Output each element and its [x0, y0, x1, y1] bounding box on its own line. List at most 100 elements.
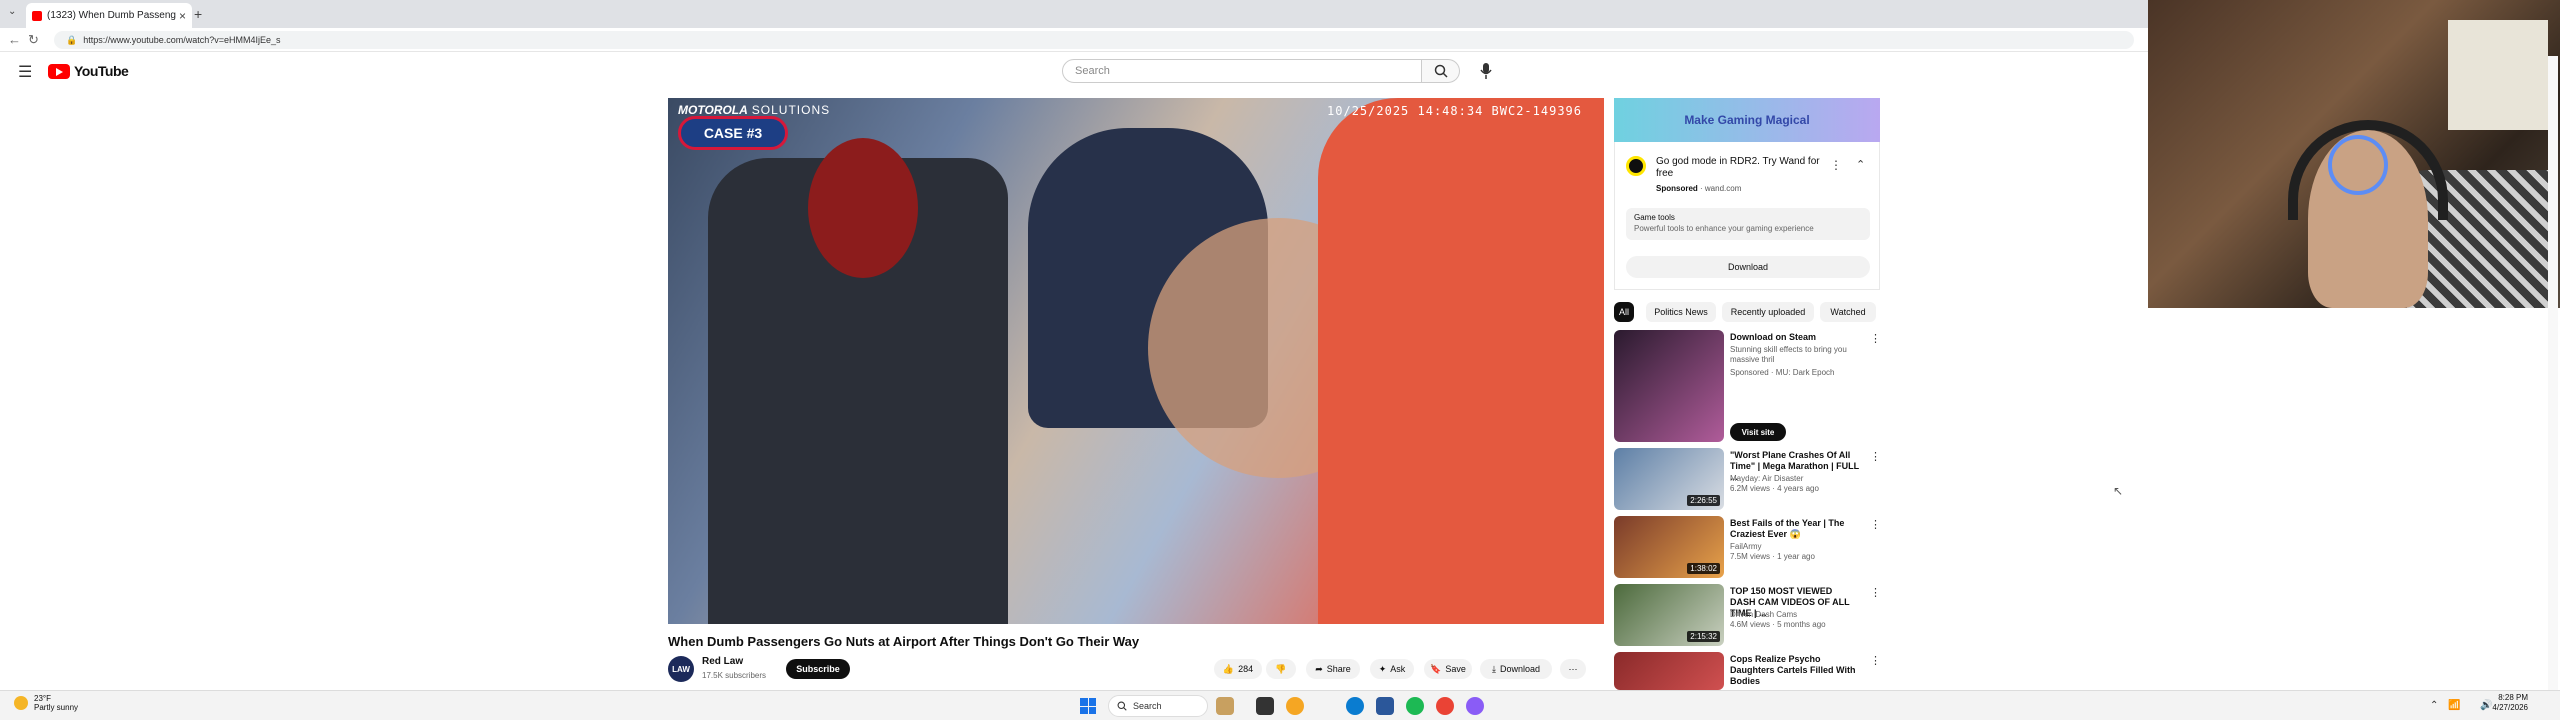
clock-time: 8:28 PM	[2498, 693, 2528, 702]
like-button[interactable]: 👍 284	[1214, 659, 1262, 679]
weather-temp: 23°F	[34, 694, 51, 703]
ad-box-title: Game tools	[1634, 213, 1675, 222]
rec-thumbnail[interactable]: 2:15:32	[1614, 584, 1724, 646]
taskbar-clock[interactable]: 8:28 PM 4/27/2026	[2468, 693, 2528, 713]
subscriber-count: 17.5K subscribers	[702, 671, 767, 680]
rec-channel[interactable]: FailArmy	[1730, 542, 1762, 551]
webcam-headset-ring	[2328, 135, 2388, 195]
brand-bold: MOTOROLA	[678, 103, 748, 117]
ad-info-box[interactable]: Game tools Powerful tools to enhance you…	[1626, 208, 1870, 240]
voice-search-button[interactable]	[1472, 59, 1500, 83]
browser-tab[interactable]: (1323) When Dumb Passeng ×	[26, 3, 192, 28]
webcam-overlay	[2148, 0, 2560, 308]
ad-domain: wand.com	[1704, 184, 1742, 193]
video-passenger-figure	[1318, 98, 1604, 624]
menu-icon[interactable]: ☰	[18, 62, 32, 82]
rec-channel[interactable]: Stunning skill effects to bring you mass…	[1730, 345, 1860, 365]
rec-duration: 2:26:55	[1687, 495, 1720, 506]
network-icon[interactable]: 📶	[2448, 700, 2460, 711]
visit-site-button[interactable]: Visit site	[1730, 423, 1786, 441]
like-count: 284	[1238, 664, 1254, 674]
tray-chevron-icon[interactable]: ⌃	[2430, 700, 2438, 711]
bodycam-timestamp: 10/25/2025 14:48:34 BWC2-149396	[1327, 104, 1582, 118]
ad-download-button[interactable]: Download	[1626, 256, 1870, 278]
rec-more-icon[interactable]: ⋮	[1870, 654, 1881, 667]
back-icon[interactable]: ←	[8, 32, 21, 47]
rec-more-icon[interactable]: ⋮	[1870, 332, 1881, 345]
bookmark-icon: 🔖	[1430, 663, 1442, 674]
search-button[interactable]	[1422, 59, 1460, 83]
new-tab-icon[interactable]: +	[194, 6, 202, 22]
search-input[interactable]: Search	[1062, 59, 1422, 83]
search-icon	[1434, 64, 1448, 78]
chip-recently-uploaded[interactable]: Recently uploaded	[1722, 302, 1814, 322]
ad-banner[interactable]: Make Gaming Magical	[1614, 98, 1880, 142]
rec-title[interactable]: Cops Realize Psycho Daughters Cartels Fi…	[1730, 654, 1860, 687]
rec-title[interactable]: Best Fails of the Year | The Craziest Ev…	[1730, 518, 1860, 540]
video-title: When Dumb Passengers Go Nuts at Airport …	[668, 634, 1140, 649]
youtube-favicon-icon	[32, 10, 42, 21]
youtube-logo[interactable]: YouTube	[48, 63, 129, 79]
tab-title: (1323) When Dumb Passeng	[47, 10, 176, 21]
webcam-window-light	[2448, 20, 2548, 130]
rec-thumbnail[interactable]	[1614, 652, 1724, 690]
chip-politics-news[interactable]: Politics News	[1646, 302, 1716, 322]
spotify-icon[interactable]	[1406, 697, 1424, 715]
sun-icon	[14, 696, 28, 710]
rec-more-icon[interactable]: ⋮	[1870, 518, 1881, 531]
file-explorer-icon[interactable]	[1286, 697, 1304, 715]
rec-thumbnail[interactable]: 1:38:02	[1614, 516, 1724, 578]
windows-taskbar	[0, 690, 2560, 720]
page-scrollbar[interactable]	[2548, 56, 2558, 690]
channel-avatar[interactable]: LAW	[668, 656, 694, 682]
ad-title[interactable]: Go god mode in RDR2. Try Wand for free	[1656, 156, 1826, 180]
microphone-icon	[1480, 63, 1492, 79]
edge-browser-icon[interactable]	[1346, 697, 1364, 715]
rec-more-icon[interactable]: ⋮	[1870, 586, 1881, 599]
thumbs-up-icon: 👍	[1222, 663, 1235, 674]
ask-button[interactable]: ✦ Ask	[1370, 659, 1414, 679]
rec-more-icon[interactable]: ⋮	[1870, 450, 1881, 463]
ad-sponsored-label: Sponsored	[1656, 184, 1698, 193]
rec-duration: 2:15:32	[1687, 631, 1720, 642]
video-player[interactable]: MOTOROLA SOLUTIONS CASE #3 10/25/2025 14…	[668, 98, 1604, 624]
refresh-icon[interactable]: ↻	[28, 32, 39, 48]
weather-widget[interactable]: 23°F Partly sunny	[14, 694, 78, 712]
tab-list-icon[interactable]: ⌄	[8, 6, 16, 17]
windows-start-icon[interactable]	[1080, 698, 1096, 714]
brand-thin: SOLUTIONS	[751, 103, 831, 117]
download-button[interactable]: ⤓ Download	[1480, 659, 1552, 679]
chip-all[interactable]: All	[1614, 302, 1634, 322]
rec-title[interactable]: Download on Steam	[1730, 332, 1860, 343]
save-button[interactable]: 🔖 Save	[1424, 659, 1472, 679]
store-icon[interactable]	[1376, 697, 1394, 715]
close-tab-icon[interactable]: ×	[179, 9, 186, 23]
rec-thumbnail[interactable]: 2:26:55	[1614, 448, 1724, 510]
task-view-icon[interactable]	[1256, 697, 1274, 715]
dislike-button[interactable]: 👎	[1266, 659, 1296, 679]
chrome-icon[interactable]	[1436, 697, 1454, 715]
taskbar-widget-icon[interactable]	[1216, 697, 1234, 715]
ad-more-icon[interactable]: ⋮	[1830, 158, 1842, 172]
url-field[interactable]: 🔒 https://www.youtube.com/watch?v=eHMM4I…	[54, 31, 2134, 49]
video-brand-watermark: MOTOROLA SOLUTIONS	[678, 103, 830, 117]
share-button[interactable]: ➦ Share	[1306, 659, 1360, 679]
rec-thumbnail[interactable]	[1614, 330, 1724, 442]
taskbar-search[interactable]: Search	[1108, 695, 1208, 717]
app-icon[interactable]	[1466, 697, 1484, 715]
channel-name[interactable]: Red Law	[702, 656, 743, 667]
rec-meta: 6.2M views · 4 years ago	[1730, 484, 1819, 493]
chip-watched[interactable]: Watched	[1820, 302, 1876, 322]
ad-sponsor-line: Sponsored · wand.com	[1656, 184, 1742, 193]
download-icon: ⤓	[1491, 663, 1496, 674]
search-icon	[1117, 701, 1127, 711]
ask-label: Ask	[1390, 664, 1406, 674]
more-actions-button[interactable]: ⋯	[1560, 659, 1586, 679]
rec-channel[interactable]: Driven Dash Cams	[1730, 610, 1797, 619]
rec-channel[interactable]: Mayday: Air Disaster	[1730, 474, 1803, 483]
share-icon: ➦	[1315, 663, 1323, 674]
weather-condition: Partly sunny	[34, 703, 79, 712]
chevron-up-icon[interactable]: ⌃	[1856, 158, 1865, 171]
subscribe-button[interactable]: Subscribe	[786, 659, 850, 679]
thumbs-down-icon: 👎	[1275, 663, 1287, 674]
